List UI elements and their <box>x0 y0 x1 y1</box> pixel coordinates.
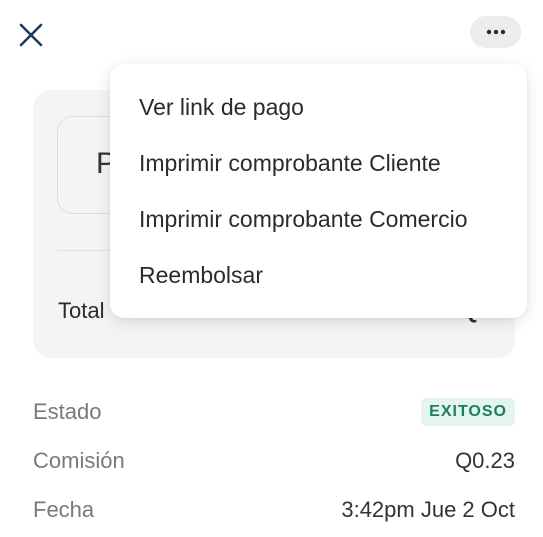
menu-item-view-payment-link[interactable]: Ver link de pago <box>139 87 304 127</box>
transaction-detail-screen: P Total Q5 Estado EXITOSO Comisión Q0.23… <box>0 0 543 537</box>
fee-label: Comisión <box>33 448 125 473</box>
menu-item-print-customer-receipt[interactable]: Imprimir comprobante Cliente <box>139 143 441 183</box>
status-badge: EXITOSO <box>421 398 515 426</box>
close-icon <box>19 23 43 47</box>
close-button[interactable] <box>14 18 48 52</box>
status-row: Estado EXITOSO <box>33 395 515 429</box>
total-label: Total <box>58 298 105 323</box>
menu-item-print-merchant-receipt[interactable]: Imprimir comprobante Comercio <box>139 199 467 239</box>
date-label: Fecha <box>33 497 95 522</box>
date-row: Fecha 3:42pm Jue 2 Oct <box>33 493 515 527</box>
fee-row: Comisión Q0.23 <box>33 444 515 478</box>
more-options-button[interactable] <box>470 16 521 48</box>
more-options-menu: Ver link de pago Imprimir comprobante Cl… <box>110 64 527 318</box>
date-value: 3:42pm Jue 2 Oct <box>341 497 515 522</box>
more-horizontal-icon <box>486 29 505 35</box>
fee-value: Q0.23 <box>455 448 515 473</box>
menu-item-refund[interactable]: Reembolsar <box>139 255 263 295</box>
status-label: Estado <box>33 399 102 424</box>
